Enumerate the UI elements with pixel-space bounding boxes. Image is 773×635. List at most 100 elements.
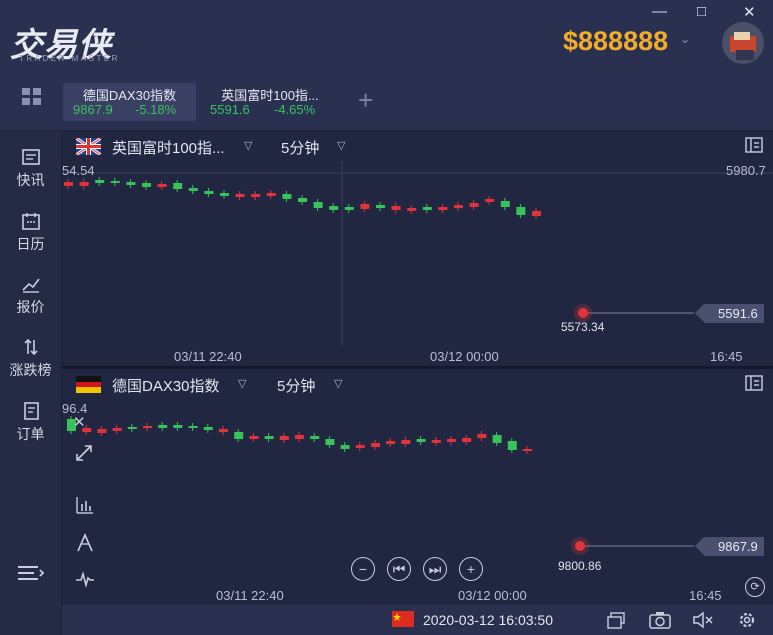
- candle: [188, 188, 198, 191]
- grid-icon[interactable]: [22, 88, 42, 106]
- tab-change: -4.65%: [274, 102, 316, 117]
- candle: [416, 439, 426, 442]
- draw-tool-icon[interactable]: [75, 533, 95, 553]
- candle: [325, 439, 335, 445]
- instrument-selector[interactable]: 英国富时100指...: [112, 137, 225, 158]
- minimize-button[interactable]: —: [652, 3, 667, 20]
- step-back-button[interactable]: ⏮: [387, 557, 411, 581]
- candle: [401, 440, 411, 444]
- candle: [234, 432, 244, 439]
- menu-collapse-icon: [17, 566, 44, 580]
- x-label: 03/11 22:40: [216, 588, 284, 603]
- reset-view-button[interactable]: ⟳: [745, 577, 765, 597]
- mute-icon[interactable]: [692, 611, 714, 629]
- sidebar-item-quotes[interactable]: 报价: [0, 274, 61, 317]
- tab-ftse100[interactable]: 英国富时100指... 5591.6 -4.65%: [200, 83, 340, 121]
- candle: [447, 439, 456, 442]
- chart-panel-dax[interactable]: 9800.86 96.4 03/11 22:40 03/12 00:00 16:…: [62, 369, 773, 605]
- step-forward-button[interactable]: ⏭: [423, 557, 447, 581]
- x-label: 16:45: [689, 588, 722, 603]
- candle: [485, 199, 495, 202]
- candle: [203, 427, 213, 430]
- avatar[interactable]: [722, 22, 764, 64]
- news-icon: [21, 149, 40, 165]
- maximize-button[interactable]: □: [697, 3, 706, 20]
- sidebar-item-news[interactable]: 快讯: [0, 147, 61, 190]
- candle: [264, 436, 274, 439]
- camera-icon[interactable]: [649, 611, 671, 629]
- candle: [454, 205, 463, 208]
- account-balance[interactable]: $888888: [563, 26, 668, 57]
- sidebar-item-label: 快讯: [16, 172, 45, 188]
- candle: [523, 449, 532, 451]
- chevron-down-icon[interactable]: ▽: [337, 139, 345, 152]
- chevron-down-icon[interactable]: ▽: [238, 377, 246, 390]
- candle: [282, 194, 292, 199]
- period-selector[interactable]: 5分钟: [277, 375, 315, 396]
- germany-flag-icon: [76, 376, 101, 393]
- sidebar-item-label: 涨跌榜: [9, 362, 52, 378]
- close-button[interactable]: ✕: [743, 3, 756, 21]
- candle: [127, 427, 137, 429]
- tab-dax30[interactable]: 德国DAX30指数 9867.9 -5.18%: [63, 83, 196, 121]
- tab-price: 5591.6: [210, 102, 250, 117]
- candle: [142, 183, 151, 187]
- candle: [235, 194, 245, 197]
- candle: [173, 183, 183, 189]
- uk-flag-icon: [76, 138, 101, 155]
- candlestick-chart[interactable]: 5573.34 54.54 5980.7 03/11 22:40 03/12 0…: [62, 131, 773, 366]
- sidebar-collapse-button[interactable]: [0, 563, 61, 586]
- candle: [507, 441, 517, 450]
- close-drawing-icon[interactable]: ✕: [73, 413, 93, 433]
- candlestick-chart[interactable]: 9800.86 96.4 03/11 22:40 03/12 00:00 16:…: [62, 369, 773, 605]
- candle: [438, 207, 448, 210]
- low-price-label: 5573.34: [561, 320, 605, 334]
- candle: [219, 429, 228, 432]
- candles-group: [64, 177, 541, 219]
- candle: [407, 208, 417, 211]
- candle: [431, 440, 441, 443]
- candle: [532, 211, 541, 216]
- candle: [126, 182, 136, 185]
- quote-trend-icon: [21, 278, 40, 293]
- calendar-icon: [21, 213, 40, 230]
- chevron-down-icon[interactable]: ▽: [334, 377, 342, 390]
- sidebar-item-label: 报价: [16, 299, 45, 315]
- layers-icon[interactable]: [606, 612, 626, 630]
- candle: [249, 436, 259, 439]
- candle: [110, 181, 120, 183]
- panel-settings-icon[interactable]: [745, 137, 763, 153]
- chevron-down-icon[interactable]: ▽: [244, 139, 252, 152]
- order-icon: [23, 402, 39, 420]
- candle: [295, 435, 304, 439]
- sidebar-item-orders[interactable]: 订单: [0, 401, 61, 444]
- candle: [344, 207, 354, 210]
- candle: [112, 428, 122, 431]
- candle: [97, 429, 107, 433]
- instrument-selector[interactable]: 德国DAX30指数: [112, 375, 220, 396]
- candle: [298, 198, 307, 202]
- chevron-down-icon[interactable]: ⌄: [680, 32, 690, 46]
- add-tab-button[interactable]: +: [358, 87, 373, 113]
- expand-icon[interactable]: [74, 443, 94, 463]
- panel-settings-icon[interactable]: [745, 375, 763, 391]
- candle: [376, 205, 385, 208]
- gear-icon[interactable]: [737, 610, 757, 630]
- sidebar-item-calendar[interactable]: 日历: [0, 211, 61, 254]
- period-selector[interactable]: 5分钟: [281, 137, 319, 158]
- indicator-icon[interactable]: [75, 495, 95, 515]
- zoom-in-button[interactable]: +: [459, 557, 483, 581]
- up-down-icon: [23, 338, 38, 356]
- candle: [158, 425, 168, 428]
- candle: [500, 201, 510, 207]
- candle: [279, 436, 289, 440]
- sidebar-item-movers[interactable]: 涨跌榜: [0, 337, 61, 380]
- zoom-out-button[interactable]: −: [351, 557, 375, 581]
- chart-panel-ftse[interactable]: 5573.34 54.54 5980.7 03/11 22:40 03/12 0…: [62, 131, 773, 366]
- pulse-icon[interactable]: [75, 569, 95, 589]
- candle: [266, 193, 276, 196]
- top-price-label: 5980.7: [726, 163, 766, 178]
- candle: [462, 438, 472, 442]
- low-price-label: 9800.86: [558, 559, 602, 573]
- last-price-marker-halo: [571, 537, 589, 555]
